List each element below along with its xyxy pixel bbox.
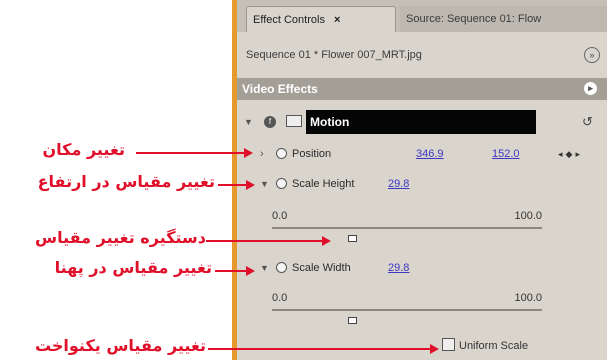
uniform-scale-label: Uniform Scale bbox=[459, 340, 529, 352]
keyframe-nav-icon[interactable]: ◂◆▸ bbox=[558, 142, 583, 166]
scale-height-row: ▼ Scale Height 29.8 bbox=[232, 172, 607, 196]
position-row: › Position 346.9 152.0 ◂◆▸ bbox=[232, 142, 607, 166]
uniform-scale-option[interactable]: Uniform Scale bbox=[442, 338, 528, 352]
annotation-scale-width-text: تغییر مقیاس در پهنا bbox=[54, 258, 212, 277]
annotation-slider-handle-arrow bbox=[206, 240, 324, 242]
annotation-scale-width: تغییر مقیاس در پهنا bbox=[0, 258, 212, 282]
show-timeline-button[interactable]: » bbox=[584, 47, 600, 63]
scale-height-twirl-icon[interactable]: ▼ bbox=[260, 172, 269, 196]
video-effects-menu-icon[interactable]: ▸ bbox=[584, 82, 597, 95]
position-label: Position bbox=[292, 148, 332, 160]
annotation-scale-width-arrowhead bbox=[246, 266, 255, 276]
video-effects-header: Video Effects ▸ bbox=[232, 78, 607, 100]
uniform-scale-checkbox[interactable] bbox=[442, 338, 455, 351]
scale-width-max: 100.0 bbox=[514, 292, 542, 304]
annotation-position: تغییر مکان bbox=[0, 140, 126, 164]
tab-source-label: Source: Sequence 01: Flow bbox=[406, 13, 542, 25]
scale-height-max: 100.0 bbox=[514, 210, 542, 222]
annotation-scale-width-arrow bbox=[215, 270, 248, 272]
annotation-scale-height: تغییر مقیاس در ارتفاع bbox=[0, 172, 215, 196]
annotation-uniform-scale-arrowhead bbox=[430, 344, 439, 354]
annotation-position-arrowhead bbox=[244, 148, 253, 158]
scale-width-row: ▼ Scale Width 29.8 bbox=[232, 256, 607, 280]
position-y-value[interactable]: 152.0 bbox=[492, 142, 520, 166]
annotation-uniform-scale-text: تغییر مقیاس یکنواخت bbox=[34, 336, 206, 355]
annotation-scale-height-arrowhead bbox=[246, 180, 255, 190]
annotation-uniform-scale: تغییر مقیاس یکنواخت bbox=[0, 336, 206, 360]
scale-height-label: Scale Height bbox=[292, 178, 355, 190]
scale-width-label: Scale Width bbox=[292, 262, 351, 274]
position-twirl-icon[interactable]: › bbox=[260, 142, 264, 166]
reset-icon[interactable]: ↺ bbox=[582, 114, 593, 130]
fx-toggle-icon[interactable]: f bbox=[264, 116, 276, 128]
scale-height-knob[interactable] bbox=[348, 235, 357, 242]
annotation-slider-handle-text: دستگیره تغییر مقیاس bbox=[35, 228, 206, 247]
tab-source[interactable]: Source: Sequence 01: Flow bbox=[400, 6, 607, 32]
position-stopwatch-icon[interactable] bbox=[276, 148, 287, 159]
position-x-value[interactable]: 346.9 bbox=[416, 142, 444, 166]
scale-width-track[interactable] bbox=[272, 309, 542, 311]
scale-width-value[interactable]: 29.8 bbox=[388, 256, 409, 280]
annotation-position-text: تغییر مکان bbox=[42, 140, 126, 159]
close-tab-icon[interactable]: × bbox=[334, 14, 340, 26]
scale-width-knob[interactable] bbox=[348, 317, 357, 324]
annotation-scale-height-arrow bbox=[218, 184, 248, 186]
panel-edge bbox=[232, 0, 237, 360]
motion-label[interactable]: Motion bbox=[306, 110, 536, 134]
tab-bar: Effect Controls × Source: Sequence 01: F… bbox=[232, 0, 607, 32]
scale-width-slider[interactable]: 0.0 100.0 bbox=[272, 292, 542, 332]
annotation-slider-handle: دستگیره تغییر مقیاس bbox=[0, 228, 206, 252]
sequence-label: Sequence 01 * Flower 007_MRT.jpg bbox=[246, 49, 422, 61]
annotation-scale-height-text: تغییر مقیاس در ارتفاع bbox=[37, 172, 215, 191]
scale-width-min: 0.0 bbox=[272, 292, 288, 304]
effect-controls-panel: Effect Controls × Source: Sequence 01: F… bbox=[232, 0, 607, 360]
scale-width-stopwatch-icon[interactable] bbox=[276, 262, 287, 273]
scale-height-slider[interactable]: 0.0 100.0 bbox=[272, 210, 542, 250]
scale-height-stopwatch-icon[interactable] bbox=[276, 178, 287, 189]
video-effects-label: Video Effects bbox=[242, 82, 318, 96]
motion-effect-row: ▼ f Motion ↺ bbox=[232, 108, 607, 136]
motion-transform-icon[interactable] bbox=[286, 115, 302, 127]
motion-twirl-icon[interactable]: ▼ bbox=[244, 117, 253, 127]
scale-height-value[interactable]: 29.8 bbox=[388, 172, 409, 196]
scale-height-track[interactable] bbox=[272, 227, 542, 229]
scale-width-twirl-icon[interactable]: ▼ bbox=[260, 256, 269, 280]
tab-effect-controls-label: Effect Controls bbox=[253, 14, 325, 26]
tab-effect-controls[interactable]: Effect Controls × bbox=[246, 6, 396, 32]
annotation-slider-handle-arrowhead bbox=[322, 236, 331, 246]
sequence-row: Sequence 01 * Flower 007_MRT.jpg » bbox=[232, 42, 607, 68]
annotation-position-arrow bbox=[136, 152, 246, 154]
scale-height-min: 0.0 bbox=[272, 210, 288, 222]
annotation-uniform-scale-arrow bbox=[208, 348, 432, 350]
